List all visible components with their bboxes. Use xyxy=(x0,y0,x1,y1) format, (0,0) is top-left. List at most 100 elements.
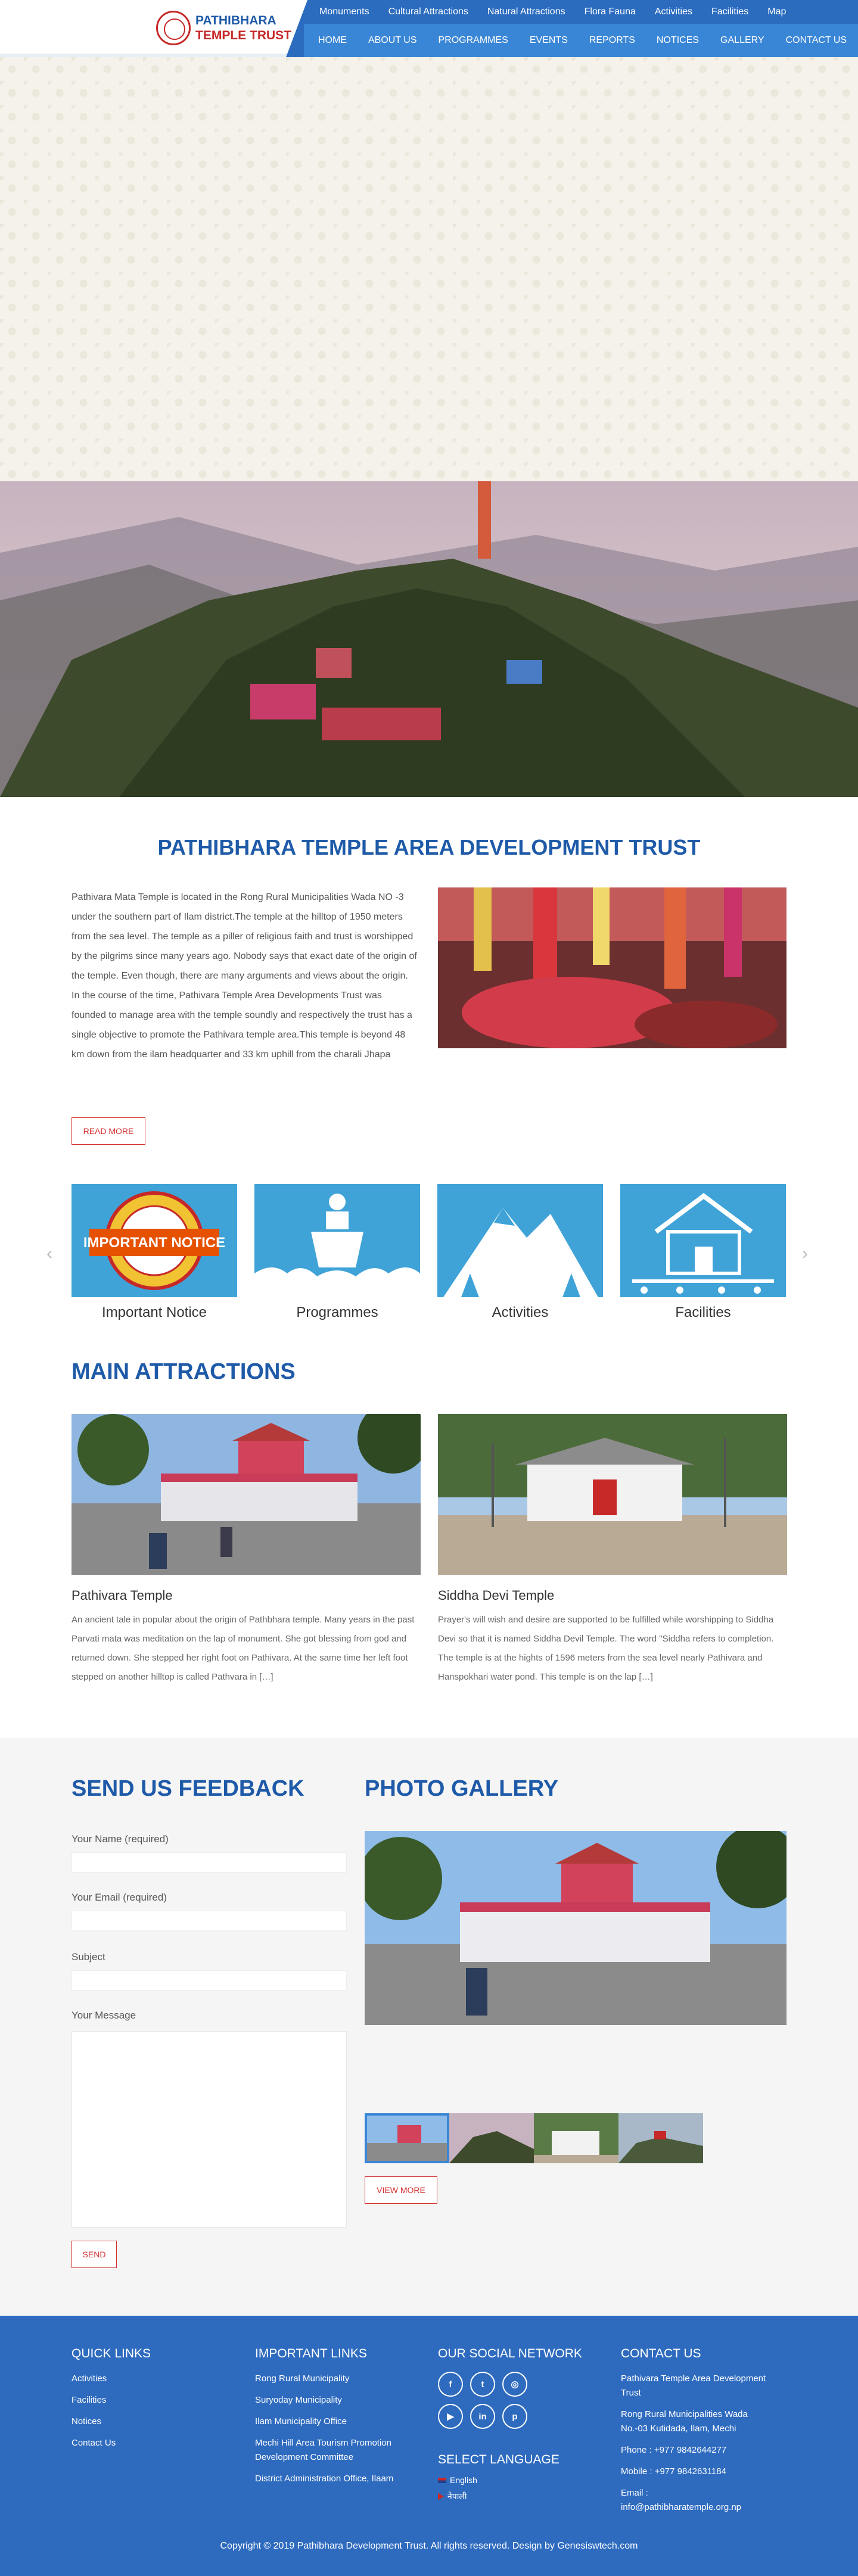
contact-address: Rong Rural Municipalities Wada No.-03 Ku… xyxy=(621,2409,748,2434)
pathivara-temple-photo[interactable] xyxy=(72,1414,421,1575)
nav-cultural-attractions[interactable]: Cultural Attractions xyxy=(388,7,468,17)
nav-monuments[interactable]: Monuments xyxy=(319,7,369,17)
site-footer: QUICK LINKS Activities Facilities Notice… xyxy=(0,2316,858,2576)
nav-natural-attractions[interactable]: Natural Attractions xyxy=(487,7,565,17)
logo-line1: PATHIBHARA xyxy=(195,14,276,27)
intro-paragraph: Pathivara Mata Temple is located in the … xyxy=(72,892,417,1060)
gallery-thumb[interactable] xyxy=(449,2113,534,2163)
contact-mobile: Mobile : +977 9842631184 xyxy=(621,2466,726,2477)
attraction-title[interactable]: Siddha Devi Temple xyxy=(438,1588,787,1603)
carousel-next-icon[interactable]: › xyxy=(802,1244,808,1264)
contact-email-label: Email : xyxy=(621,2488,648,2498)
main-nav: HOME ABOUT US PROGRAMMES EVENTS REPORTS … xyxy=(304,24,858,57)
gallery-thumbnails xyxy=(365,2113,703,2163)
footer-link-ilam[interactable]: Ilam Municipality Office xyxy=(255,2415,416,2429)
facebook-icon[interactable]: f xyxy=(438,2372,463,2397)
podium-icon xyxy=(254,1184,420,1297)
nav-map[interactable]: Map xyxy=(767,7,786,17)
instagram-icon[interactable]: ◎ xyxy=(502,2372,527,2397)
siddha-devi-temple-photo[interactable] xyxy=(438,1414,787,1575)
gallery-thumb[interactable] xyxy=(365,2113,449,2163)
footer-link-activities[interactable]: Activities xyxy=(72,2372,151,2386)
footer-link-mechi[interactable]: Mechi Hill Area Tourism Promotion Develo… xyxy=(255,2436,416,2465)
nav-programmes[interactable]: PROGRAMMES xyxy=(439,35,508,46)
gallery-thumb[interactable] xyxy=(618,2113,703,2163)
nav-facilities[interactable]: Facilities xyxy=(711,7,748,17)
nav-contact-us[interactable]: CONTACT US xyxy=(786,35,847,46)
feature-label: Facilities xyxy=(675,1304,731,1320)
logo-line2: TEMPLE TRUST xyxy=(195,29,291,42)
feature-programmes[interactable]: Programmes xyxy=(254,1184,420,1321)
language-label: नेपाली xyxy=(447,2491,467,2501)
feature-label: Programmes xyxy=(296,1304,378,1320)
nepal-flag-icon xyxy=(438,2493,444,2500)
email-field[interactable] xyxy=(72,1911,347,1931)
footer-link-contact-us[interactable]: Contact Us xyxy=(72,2436,151,2450)
secondary-nav: Monuments Cultural Attractions Natural A… xyxy=(310,0,858,24)
nav-activities[interactable]: Activities xyxy=(655,7,692,17)
feedback-title: SEND US FEEDBACK xyxy=(72,1776,304,1801)
footer-link-district-admin[interactable]: District Administration Office, Ilaam xyxy=(255,2472,416,2486)
language-nepali[interactable]: नेपाली xyxy=(438,2491,582,2502)
subject-field[interactable] xyxy=(72,1970,347,1991)
trust-seal-icon xyxy=(156,11,191,45)
feature-activities[interactable]: Activities xyxy=(437,1184,603,1321)
main-attractions-title: MAIN ATTRACTIONS xyxy=(72,1359,296,1384)
footer-link-suryoday[interactable]: Suryoday Municipality xyxy=(255,2393,416,2407)
view-more-button[interactable]: VIEW MORE xyxy=(365,2176,437,2204)
nav-reports[interactable]: REPORTS xyxy=(589,35,635,46)
attraction-card-pathivara: Pathivara Temple An ancient tale in popu… xyxy=(72,1414,421,1687)
language-label: English xyxy=(450,2475,477,2485)
footer-heading: CONTACT US xyxy=(621,2347,701,2360)
footer-link-notices[interactable]: Notices xyxy=(72,2415,151,2429)
footer-heading: QUICK LINKS xyxy=(72,2347,151,2360)
house-icon xyxy=(620,1184,786,1297)
select-language-heading: SELECT LANGUAGE xyxy=(438,2453,559,2466)
attraction-title[interactable]: Pathivara Temple xyxy=(72,1588,421,1603)
feature-important-notice[interactable]: IMPORTANT NOTICE Important Notice xyxy=(72,1184,237,1321)
language-english[interactable]: English xyxy=(438,2475,582,2485)
notice-icon: IMPORTANT NOTICE xyxy=(72,1184,237,1297)
nav-flora-fauna[interactable]: Flora Fauna xyxy=(585,7,636,17)
youtube-icon[interactable]: ▶ xyxy=(438,2404,463,2429)
pinterest-icon[interactable]: p xyxy=(502,2404,527,2429)
gallery-main-photo[interactable] xyxy=(365,1831,786,2025)
footer-link-rong[interactable]: Rong Rural Municipality xyxy=(255,2372,416,2386)
nav-about-us[interactable]: ABOUT US xyxy=(368,35,417,46)
copyright-text: Copyright © 2019 Pathibhara Development … xyxy=(220,2541,638,2551)
twitter-icon[interactable]: t xyxy=(470,2372,495,2397)
footer-heading: OUR SOCIAL NETWORK xyxy=(438,2347,582,2360)
email-label: Your Email (required) xyxy=(72,1892,167,1903)
message-label: Your Message xyxy=(72,2010,136,2021)
linkedin-icon[interactable]: in xyxy=(470,2404,495,2429)
attraction-excerpt: Prayer's will wish and desire are suppor… xyxy=(438,1615,774,1682)
footer-quick-links: QUICK LINKS Activities Facilities Notice… xyxy=(72,2347,151,2457)
intro-title: PATHIBHARA TEMPLE AREA DEVELOPMENT TRUST xyxy=(157,835,701,859)
nav-events[interactable]: EVENTS xyxy=(530,35,568,46)
footer-contact: CONTACT US Pathivara Temple Area Develop… xyxy=(621,2347,776,2522)
name-field[interactable] xyxy=(72,1852,347,1873)
notice-badge-text: IMPORTANT NOTICE xyxy=(83,1235,225,1251)
mountain-icon xyxy=(437,1184,603,1297)
send-button[interactable]: SEND xyxy=(72,2241,117,2268)
temple-interior-photo xyxy=(438,887,786,1048)
subject-label: Subject xyxy=(72,1951,105,1963)
decorative-pattern-banner xyxy=(0,57,858,481)
message-field[interactable] xyxy=(72,2031,347,2228)
read-more-button[interactable]: READ MORE xyxy=(72,1117,145,1145)
carousel-prev-icon[interactable]: ‹ xyxy=(46,1244,52,1264)
nav-home[interactable]: HOME xyxy=(318,35,347,46)
contact-email-link[interactable]: info@pathibharatemple.org.np xyxy=(621,2500,776,2515)
gallery-thumb[interactable] xyxy=(534,2113,618,2163)
feedback-gallery-section xyxy=(0,1738,858,2316)
feature-label: Activities xyxy=(492,1304,549,1320)
contact-org: Pathivara Temple Area Development Trust xyxy=(621,2373,766,2398)
feature-facilities[interactable]: Facilities xyxy=(620,1184,786,1321)
feature-label: Important Notice xyxy=(101,1304,207,1320)
footer-link-facilities[interactable]: Facilities xyxy=(72,2393,151,2407)
footer-social: OUR SOCIAL NETWORK f t ◎ ▶ in p SELECT L… xyxy=(438,2347,582,2508)
site-logo[interactable]: PATHIBHARA TEMPLE TRUST xyxy=(156,8,293,48)
uk-flag-icon xyxy=(438,2477,446,2483)
nav-gallery[interactable]: GALLERY xyxy=(720,35,764,46)
nav-notices[interactable]: NOTICES xyxy=(657,35,699,46)
